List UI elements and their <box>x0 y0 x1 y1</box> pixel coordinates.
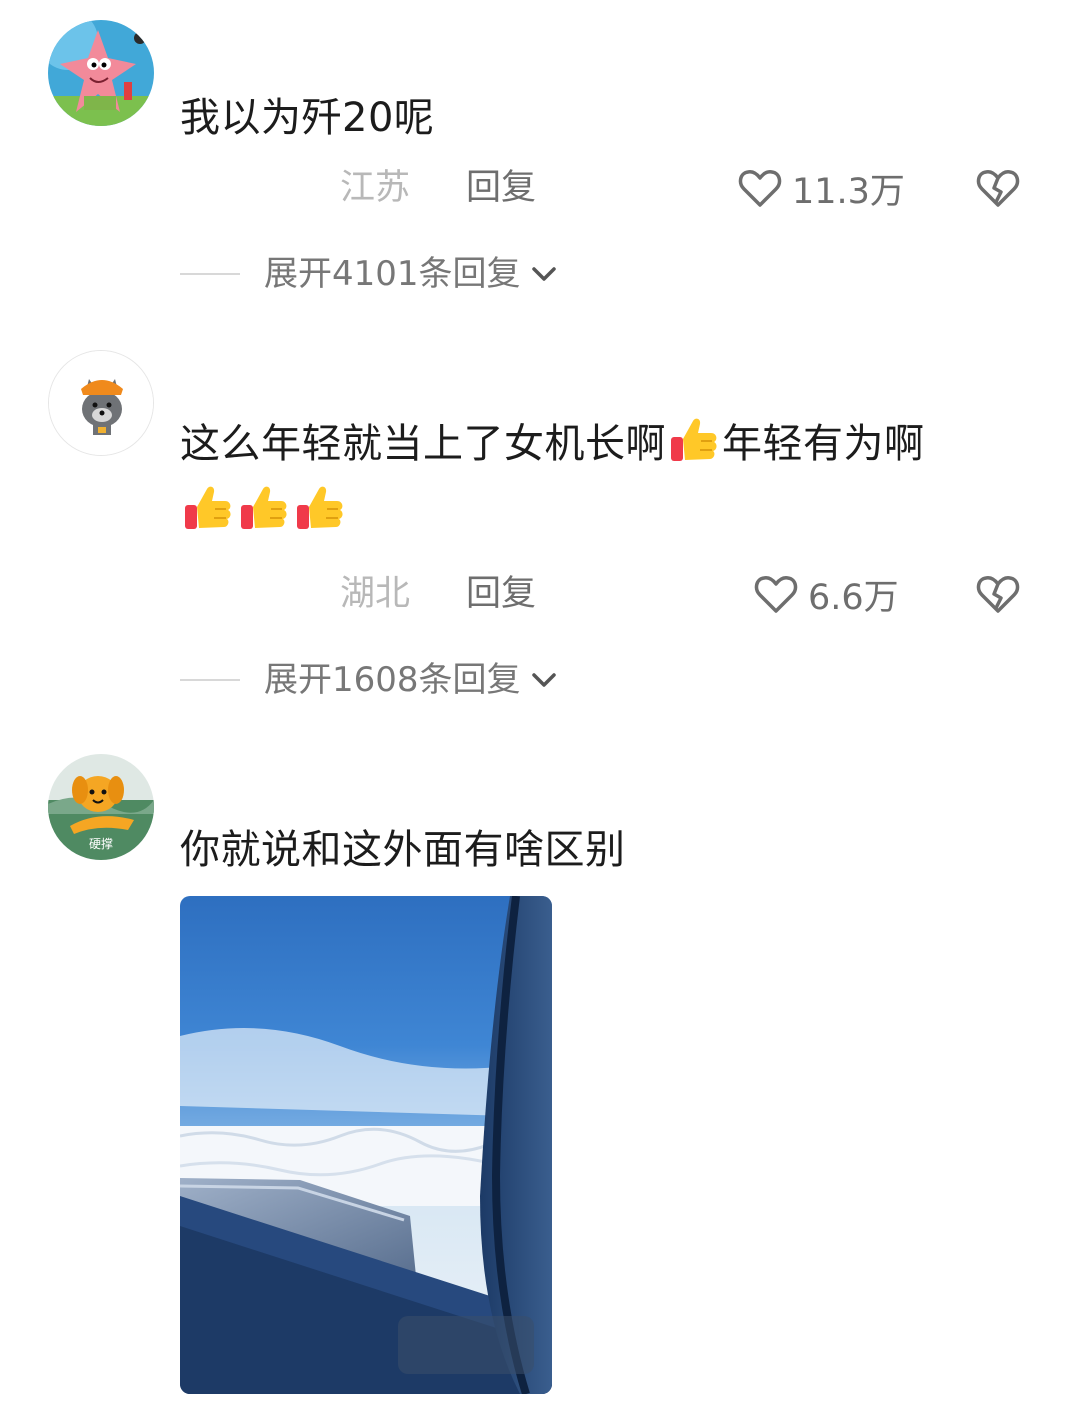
expand-replies[interactable]: 展开4101条回复 <box>180 250 559 298</box>
like-count: 6.6万 <box>808 577 899 618</box>
thumbs-up-emoji <box>185 486 231 529</box>
thumbs-up-emoji <box>297 486 343 529</box>
chevron-down-icon <box>531 673 556 687</box>
comment-meta: 江苏 回复 11.3万 <box>0 160 1080 216</box>
comment-text: 你就说和这外面有啥区别 <box>180 827 626 873</box>
grey-wolf-avatar-icon <box>49 351 153 455</box>
orange-dog-avatar-icon: 硬撑 <box>48 754 154 860</box>
expand-replies[interactable]: 展开1608条回复 <box>180 656 559 704</box>
avatar-badge-text: 硬撑 <box>89 836 113 851</box>
heart-outline-icon <box>754 576 798 613</box>
reply-button[interactable]: 回复 <box>466 160 536 216</box>
patrick-star-avatar-icon <box>48 20 154 126</box>
attached-photo[interactable] <box>180 896 552 1394</box>
airplane-window-photo <box>180 896 552 1394</box>
reply-button[interactable]: 回复 <box>466 566 536 622</box>
chevron-down-icon <box>531 267 556 281</box>
thumbs-up-emoji <box>671 418 717 461</box>
user-avatar[interactable]: 硬撑 <box>48 754 154 860</box>
heart-outline-icon <box>738 170 782 207</box>
ip-location: 湖北 <box>340 574 411 614</box>
divider-line <box>180 679 240 681</box>
comment-meta: 湖北 回复 6.6万 <box>0 566 1080 622</box>
comment-text-part1: 这么年轻就当上了女机长啊 <box>180 421 666 467</box>
user-avatar[interactable] <box>48 350 154 456</box>
thumbs-up-emoji <box>241 486 287 529</box>
ip-location: 江苏 <box>340 168 411 208</box>
comment-text: 这么年轻就当上了女机长啊 年轻有为啊 <box>180 410 1020 546</box>
like-count: 11.3万 <box>792 171 905 212</box>
divider-line <box>180 273 240 275</box>
like-button[interactable]: 6.6万 <box>752 566 899 622</box>
expand-replies-label: 展开1608条回复 <box>264 660 521 700</box>
comment-text-part2: 年轻有为啊 <box>722 421 925 467</box>
expand-replies-label: 展开4101条回复 <box>264 254 521 294</box>
broken-heart-icon[interactable] <box>974 164 1022 212</box>
like-button[interactable]: 11.3万 <box>736 160 905 216</box>
user-avatar[interactable] <box>48 20 154 126</box>
broken-heart-icon[interactable] <box>974 570 1022 618</box>
comment-text: 我以为歼20呢 <box>180 95 435 141</box>
